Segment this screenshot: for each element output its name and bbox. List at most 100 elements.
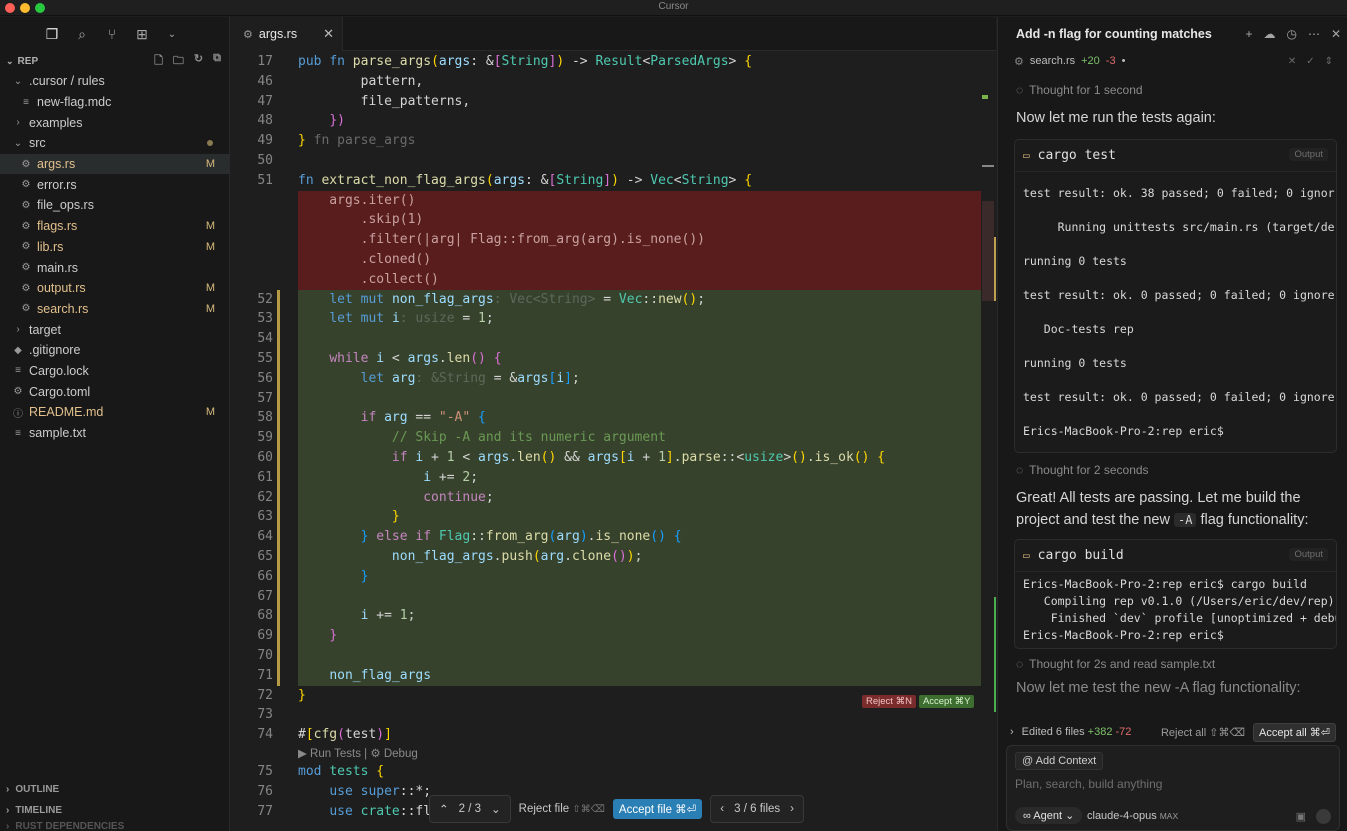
explorer-header[interactable]: ⌄ REP 🗋 🗀 ↻ ⧉ bbox=[0, 51, 229, 71]
terminal-block: ▭ cargo build Output Erics-MacBook-Pro-2… bbox=[1014, 539, 1337, 649]
line-content: } bbox=[360, 568, 369, 584]
reject-all-button[interactable]: Reject all ⇧⌘⌫ bbox=[1161, 726, 1245, 739]
tree-file[interactable]: ⚙ search.rs M bbox=[0, 299, 229, 320]
chevron-right-icon: › bbox=[6, 805, 10, 816]
line-content: } fn parse_args bbox=[298, 133, 416, 149]
cloud-icon[interactable]: ☁ bbox=[1263, 27, 1275, 41]
accept-file-button[interactable]: Accept file ⌘⏎ bbox=[612, 799, 703, 819]
reject-hunk-button[interactable]: Reject ⌘N bbox=[862, 695, 916, 708]
code-area[interactable]: 17 pub fn parse_args(args: &[String]) -> … bbox=[231, 52, 996, 831]
reject-file-button[interactable]: Reject file ⇧⌘⌫ bbox=[519, 803, 605, 815]
output-button[interactable]: Output bbox=[1289, 548, 1328, 561]
tree-file[interactable]: ≡ new-flag.mdc bbox=[0, 92, 229, 113]
chevrons-icon[interactable]: ⇕ bbox=[1325, 56, 1333, 67]
tree-file[interactable]: ⚙ output.rs M bbox=[0, 278, 229, 299]
outline-label: OUTLINE bbox=[15, 784, 60, 795]
accept-hunk-button[interactable]: Accept ⌘Y bbox=[918, 695, 975, 708]
collapse-all-icon[interactable]: ⧉ bbox=[213, 52, 221, 71]
tree-file[interactable]: ⚙ Cargo.toml bbox=[0, 381, 229, 402]
tree-file[interactable]: ⚙ file_ops.rs bbox=[0, 195, 229, 216]
check-icon[interactable]: ✓ bbox=[1306, 56, 1314, 67]
lines-removed: -3 bbox=[1105, 55, 1116, 67]
tree-file[interactable]: ⚙ main.rs bbox=[0, 257, 229, 278]
tab-bar: ⚙ args.rs ✕ bbox=[231, 17, 996, 51]
tree-folder[interactable]: ⌄ .cursor / rules bbox=[0, 71, 229, 92]
total-lines-added: +382 bbox=[1087, 726, 1113, 738]
line-number: 62 bbox=[257, 489, 273, 505]
chevron-left-icon[interactable]: ‹ bbox=[720, 803, 724, 815]
chat-input[interactable]: Plan, search, build anything bbox=[1015, 777, 1162, 791]
agent-mode-select[interactable]: ∞ Agent ⌄ bbox=[1015, 807, 1083, 824]
reject-file-shortcut: ⇧⌘⌫ bbox=[572, 804, 605, 815]
close-icon[interactable]: ✕ bbox=[1331, 27, 1341, 41]
total-lines-removed: -72 bbox=[1115, 726, 1132, 738]
explorer-icon[interactable]: ❐ bbox=[44, 26, 60, 43]
line-content: .skip(1) bbox=[298, 212, 424, 228]
refresh-icon[interactable]: ↻ bbox=[194, 52, 203, 71]
chevron-down-icon[interactable]: ⌄ bbox=[164, 29, 180, 40]
rust-dependencies-section[interactable]: › RUST DEPENDENCIES bbox=[0, 821, 229, 831]
send-button[interactable] bbox=[1316, 809, 1331, 824]
tree-folder[interactable]: ⌄ src bbox=[0, 133, 229, 154]
tree-file[interactable]: ⚙ lib.rs M bbox=[0, 237, 229, 258]
accept-all-button[interactable]: Accept all ⌘⏎ bbox=[1253, 722, 1336, 742]
plus-icon[interactable]: + bbox=[1245, 27, 1252, 41]
tree-file[interactable]: ≡ Cargo.lock bbox=[0, 361, 229, 382]
thought-indicator[interactable]: ◌ Thought for 2 seconds bbox=[998, 463, 1347, 477]
tree-item-label: examples bbox=[29, 115, 83, 130]
tree-file[interactable]: ◆ .gitignore bbox=[0, 340, 229, 361]
git-icon: ◆ bbox=[14, 344, 22, 356]
thought-indicator[interactable]: ◌ Thought for 1 second bbox=[998, 83, 1347, 97]
review-bar: ⌃ 2 / 3 ⌄ Reject file ⇧⌘⌫ Accept file ⌘⏎… bbox=[429, 795, 805, 823]
tree-file[interactable]: ⚙ error.rs bbox=[0, 174, 229, 195]
file-navigator: ‹ 3 / 6 files › bbox=[710, 795, 805, 823]
panel-header: Add -n flag for counting matches + ☁ ◷ ⋯… bbox=[998, 17, 1347, 51]
add-context-button[interactable]: @ Add Context bbox=[1015, 752, 1104, 770]
tree-file[interactable]: ⓘ README.md M bbox=[0, 402, 229, 423]
source-control-icon[interactable]: ⑂ bbox=[104, 26, 120, 42]
chevron-right-icon: › bbox=[16, 324, 20, 336]
title-bar: Cursor bbox=[0, 0, 1347, 16]
minimap[interactable] bbox=[982, 52, 996, 831]
thought-indicator[interactable]: ◌ Thought for 2s and read sample.txt bbox=[998, 657, 1347, 671]
output-button[interactable]: Output bbox=[1289, 148, 1328, 161]
line-content: .cloned() bbox=[298, 252, 432, 267]
timeline-section[interactable]: › TIMELINE bbox=[0, 800, 229, 821]
tree-folder[interactable]: › target bbox=[0, 319, 229, 340]
image-icon[interactable]: ▣ bbox=[1296, 810, 1306, 823]
code-line: 59 // Skip -A and its numeric argument bbox=[257, 428, 981, 448]
file-lines-icon: ≡ bbox=[15, 365, 21, 377]
model-name: claude-4-opus bbox=[1087, 810, 1157, 822]
tree-file[interactable]: ⚙ flags.rs M bbox=[0, 216, 229, 237]
chevron-right-icon[interactable]: › bbox=[1010, 726, 1014, 738]
rust-icon: ⚙ bbox=[1014, 55, 1024, 68]
chevron-down-icon[interactable]: ⌄ bbox=[491, 802, 501, 816]
chevron-up-icon[interactable]: ⌃ bbox=[439, 802, 449, 816]
tree-folder[interactable]: › examples bbox=[0, 112, 229, 133]
line-content: if arg == "-A" { bbox=[360, 410, 486, 426]
new-folder-icon[interactable]: 🗀 bbox=[173, 52, 184, 71]
file-lines-icon: ≡ bbox=[15, 427, 21, 439]
line-content: args.iter() bbox=[298, 192, 416, 208]
close-tab-icon[interactable]: ✕ bbox=[323, 26, 334, 42]
chevron-down-icon: ⌄ bbox=[6, 55, 14, 66]
search-icon[interactable]: ⌕ bbox=[74, 26, 90, 43]
code-lens[interactable]: ▶ Run Tests | ⚙ Debug bbox=[231, 745, 981, 762]
code-line: .skip(1) bbox=[298, 210, 981, 231]
edited-file-chip[interactable]: ⚙ search.rs +20 -3 • ✕ ✓ ⇕ bbox=[1014, 51, 1337, 71]
line-content: let arg: &String = &args[i]; bbox=[360, 370, 580, 386]
new-file-icon[interactable]: 🗋 bbox=[154, 52, 163, 71]
tree-file[interactable]: ≡ sample.txt bbox=[0, 423, 229, 444]
code-line: 46 pattern, bbox=[231, 72, 981, 92]
extensions-icon[interactable]: ⊞ bbox=[134, 26, 150, 43]
agent-panel: Add -n flag for counting matches + ☁ ◷ ⋯… bbox=[997, 17, 1347, 831]
tree-file[interactable]: ⚙ args.rs M bbox=[0, 153, 229, 175]
terminal-header: ▭ cargo build Output bbox=[1015, 540, 1336, 572]
tab-args-rs[interactable]: ⚙ args.rs ✕ bbox=[231, 17, 343, 51]
model-select[interactable]: claude-4-opus MAX bbox=[1087, 810, 1178, 822]
more-icon[interactable]: ⋯ bbox=[1308, 27, 1320, 41]
close-icon[interactable]: ✕ bbox=[1288, 56, 1296, 67]
chevron-right-icon[interactable]: › bbox=[790, 803, 794, 815]
history-icon[interactable]: ◷ bbox=[1286, 27, 1296, 41]
outline-section[interactable]: › OUTLINE bbox=[0, 779, 229, 800]
